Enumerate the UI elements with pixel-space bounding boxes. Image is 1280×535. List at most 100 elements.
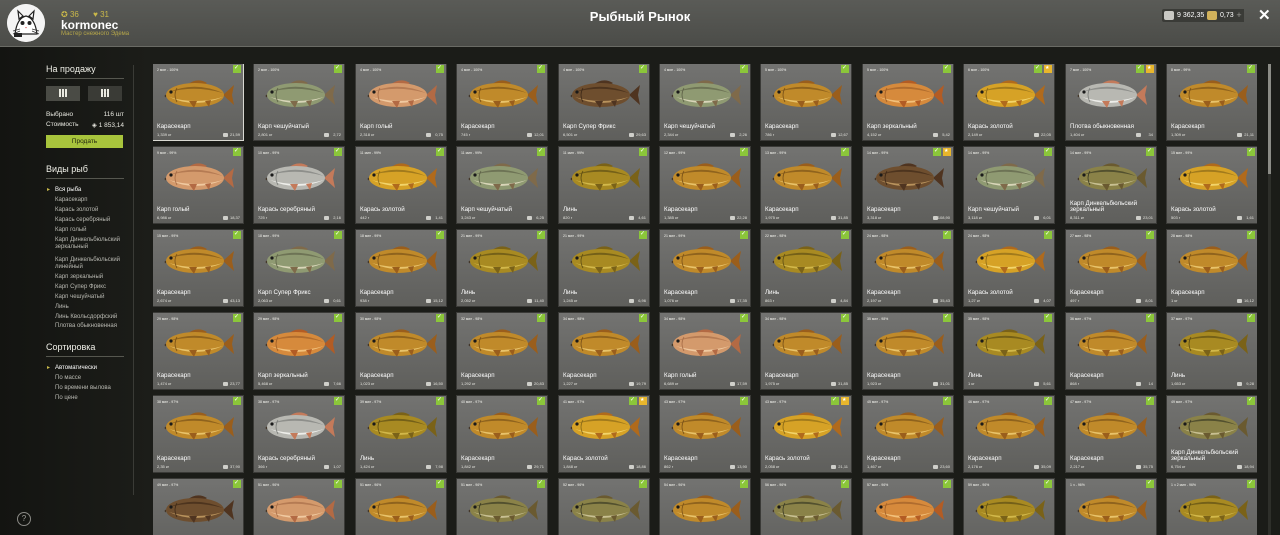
fish-card[interactable]: 47 мин - 97% Карасекарп 2,217 кг 35,75 [1065, 395, 1157, 473]
fish-card[interactable]: 15 мин - 99% Карась золотой 503 г 1,61 [1166, 146, 1257, 224]
fish-card[interactable]: 56 мин - 96% Карп Динкельбюльский [760, 478, 852, 535]
fish-card[interactable]: 6 мин - 100% Карась золотой 2,149 кг 22,05 [963, 64, 1055, 141]
species-filter-item[interactable]: Плотва обыкновенная [55, 323, 133, 330]
fish-card[interactable]: 43 мин - 97% Карась золотой 2,058 кг 21,11 [760, 395, 852, 473]
fish-card[interactable]: 34 мин - 98% Карасекарп 1,975 кг 31,85 [760, 312, 852, 390]
species-filter-item[interactable]: Карп чешуйчатый [55, 294, 133, 301]
species-filter-item[interactable]: Карп Супер Фрикс [55, 284, 133, 291]
close-button[interactable]: ✕ [1258, 6, 1271, 24]
fish-card[interactable]: 1 ч 2 мин - 96% [1166, 478, 1257, 535]
fish-card[interactable]: 24 мин - 98% Карасекарп 2,197 кг 35,43 [862, 229, 954, 307]
species-filter-item[interactable]: Карп Динкельбюльский линейный [55, 257, 133, 271]
species-filter-item[interactable]: Карась серебряный [55, 217, 133, 224]
sort-option[interactable]: По массе [55, 375, 133, 382]
fish-card[interactable]: 28 мин - 98% Карасекарп 1 кг 16,12 [1166, 229, 1257, 307]
add-currency-button[interactable]: + [1234, 9, 1244, 22]
catch-time: 51 мин - 96% [258, 483, 280, 487]
fish-card[interactable]: 8 мин - 99% Карасекарп 1,309 кг 21,11 [1166, 64, 1257, 141]
fish-card[interactable]: 4 мин - 100% Карасекарп 745 г 12,01 [456, 64, 548, 141]
sort-option[interactable]: По цене [55, 395, 133, 402]
fish-card[interactable]: 51 мин - 96% [253, 478, 345, 535]
fish-icon [975, 329, 1045, 357]
species-filter-item[interactable]: Карась золотой [55, 207, 133, 214]
fish-card[interactable]: 57 мин - 96% [862, 478, 954, 535]
fish-card[interactable]: 40 мин - 97% Карасекарп 1,842 кг 29,71 [456, 395, 548, 473]
fish-card[interactable]: 29 мин - 98% Карасекарп 1,474 кг 23,77 [153, 312, 244, 390]
fish-card[interactable]: 52 мин - 96% Карп Динкельбюльский [558, 478, 650, 535]
species-filter-item[interactable]: Карасекарп [55, 197, 133, 204]
fish-icon [1178, 163, 1248, 191]
fish-card[interactable]: 14 мин - 99% Карп Динкельбюльский зеркал… [1065, 146, 1157, 224]
sort-option[interactable]: Автоматически [47, 365, 133, 372]
catch-time: 40 мин - 97% [461, 400, 483, 404]
fish-card[interactable]: 11 мин - 99% Карп чешуйчатый 3,243 кг 6,25 [456, 146, 548, 224]
checkmark-badge-icon [740, 64, 748, 75]
species-filter-item[interactable]: Линь [55, 304, 133, 311]
sort-option[interactable]: По времени вылова [55, 385, 133, 392]
fish-card[interactable]: 46 мин - 97% Карасекарп 2,176 кг 35,09 [963, 395, 1055, 473]
fish-card[interactable]: 4 мин - 100% Карп голый 2,318 кг 0,75 [355, 64, 447, 141]
fish-card[interactable]: 32 мин - 98% Карасекарп 1,292 кг 20,83 [456, 312, 548, 390]
fish-card[interactable]: 5 мин - 100% Карасекарп 786 г 12,67 [760, 64, 852, 141]
fish-card[interactable]: 51 мин - 96% [355, 478, 447, 535]
fish-card[interactable]: 43 мин - 97% Карасекарп 862 г 13,90 [659, 395, 751, 473]
fish-card[interactable]: 51 мин - 96% Карп Динкельбюльский [456, 478, 548, 535]
fish-card[interactable]: 18 мин - 99% Карасекарп 938 г 15,12 [355, 229, 447, 307]
fish-card[interactable]: 21 мин - 99% Линь 2,052 кг 11,40 [456, 229, 548, 307]
species-filter-item[interactable]: Карп Динкельбюльский зеркальный [55, 237, 133, 251]
fish-card[interactable]: 27 мин - 98% Карасекарп 497 г 8,01 [1065, 229, 1157, 307]
fish-card[interactable]: 38 мин - 97% Карась серебряный 366 г 1,07 [253, 395, 345, 473]
fish-card[interactable]: 4 мин - 100% Карп Супер Фрикс 6,501 кг 29,… [558, 64, 650, 141]
fish-name: Карп чешуйчатый [258, 123, 310, 130]
fish-card[interactable]: 49 мин - 97% [153, 478, 244, 535]
fish-card[interactable]: 21 мин - 99% Карасекарп 1,076 кг 17,35 [659, 229, 751, 307]
fish-card[interactable]: 21 мин - 99% Линь 1,245 кг 6,96 [558, 229, 650, 307]
fish-card[interactable]: 36 мин - 97% Карасекарп 868 г 14 [1065, 312, 1157, 390]
fish-card[interactable]: 41 мин - 97% Карась золотой 1,848 кг 18,86 [558, 395, 650, 473]
list-view-button[interactable] [88, 86, 122, 101]
species-filter-item[interactable]: Линь Квольсдорфский [55, 314, 133, 321]
fish-card[interactable]: 45 мин - 97% Карасекарп 1,467 кг 23,60 [862, 395, 954, 473]
fish-card[interactable]: 24 мин - 98% Карась золотой 1,27 кг 4,07 [963, 229, 1055, 307]
fish-card[interactable]: 10 мин - 99% Карась серебряный 725 г 2,16 [253, 146, 345, 224]
fish-card[interactable]: 5 мин - 100% Карп зеркальный 4,152 кг 5,42 [862, 64, 954, 141]
fish-weight: 6,501 кг [563, 132, 578, 137]
sell-button[interactable]: Продать [46, 135, 123, 148]
fish-card[interactable]: 35 мин - 98% Карасекарп 1,923 кг 31,01 [862, 312, 954, 390]
fish-card[interactable]: 34 мин - 98% Карасекарп 1,227 кг 19,79 [558, 312, 650, 390]
fish-card[interactable]: 22 мин - 98% Линь 863 г 4,84 [760, 229, 852, 307]
fish-card[interactable]: 49 мин - 97% Карп Динкельбюльский зеркал… [1166, 395, 1257, 473]
fish-card[interactable]: 18 мин - 99% Карп Супер Фрикс 2,063 кг 0,6… [253, 229, 345, 307]
scrollbar-thumb[interactable] [1268, 64, 1271, 174]
help-icon[interactable]: ? [17, 512, 31, 526]
fish-card[interactable]: 14 мин - 99% Карп чешуйчатый 3,118 кг 6,01 [963, 146, 1055, 224]
avatar[interactable] [7, 4, 45, 42]
checkmark-badge-icon [943, 479, 951, 490]
fish-card[interactable]: 34 мин - 98% Карп голый 6,689 кг 17,59 [659, 312, 751, 390]
fish-card[interactable]: 39 мин - 97% Линь 1,424 кг 7,98 [355, 395, 447, 473]
fish-card[interactable]: 38 мин - 97% Карасекарп 2,35 кг 37,90 [153, 395, 244, 473]
fish-card[interactable]: 1 ч - 96% [1065, 478, 1157, 535]
grid-view-button[interactable] [46, 86, 80, 101]
fish-card[interactable]: 11 мин - 99% Карась золотой 442 г 1,41 [355, 146, 447, 224]
species-filter-item[interactable]: Карп зеркальный [55, 274, 133, 281]
fish-card[interactable]: 13 мин - 99% Карасекарп 1,975 кг 31,85 [760, 146, 852, 224]
fish-card[interactable]: 29 мин - 98% Карп зеркальный 5,468 кг 7,66 [253, 312, 345, 390]
fish-card[interactable]: 7 мин - 100% Плотва обыкновенная 1,404 кг… [1065, 64, 1157, 141]
fish-card[interactable]: 35 мин - 98% Линь 1 кг 5,61 [963, 312, 1055, 390]
fish-card[interactable]: 4 мин - 100% Карп чешуйчатый 2,344 кг 2,26 [659, 64, 751, 141]
fish-card[interactable]: 12 мин - 99% Карасекарп 1,385 кг 22,28 [659, 146, 751, 224]
fish-card[interactable]: 9 мин - 99% Карп голый 6,986 кг 18,37 [153, 146, 244, 224]
fish-card[interactable]: 37 мин - 97% Линь 1,653 кг 9,28 [1166, 312, 1257, 390]
fish-card[interactable]: 59 мин - 96% [963, 478, 1055, 535]
fish-card[interactable]: 14 мин - 99% Карасекарп 3,318 кг 108,90 [862, 146, 954, 224]
species-filter-item[interactable]: Карп голый [55, 227, 133, 234]
fish-card[interactable]: 54 мин - 96% [659, 478, 751, 535]
species-filter-item[interactable]: Вся рыба [47, 187, 133, 194]
fish-name: Карп голый [360, 123, 393, 130]
fish-card[interactable]: 2 мин - 100% Карасекарп 1,339 кг 21,59 [153, 64, 244, 141]
fish-card[interactable]: 2 мин - 100% Карп чешуйчатый 2,801 кг 2,72 [253, 64, 345, 141]
fish-card[interactable]: 11 мин - 99% Линь 820 г 4,61 [558, 146, 650, 224]
fish-card[interactable]: 15 мин - 99% Карасекарп 2,674 кг 43,13 [153, 229, 244, 307]
fish-card[interactable]: 30 мин - 98% Карасекарп 1,023 кг 16,50 [355, 312, 447, 390]
